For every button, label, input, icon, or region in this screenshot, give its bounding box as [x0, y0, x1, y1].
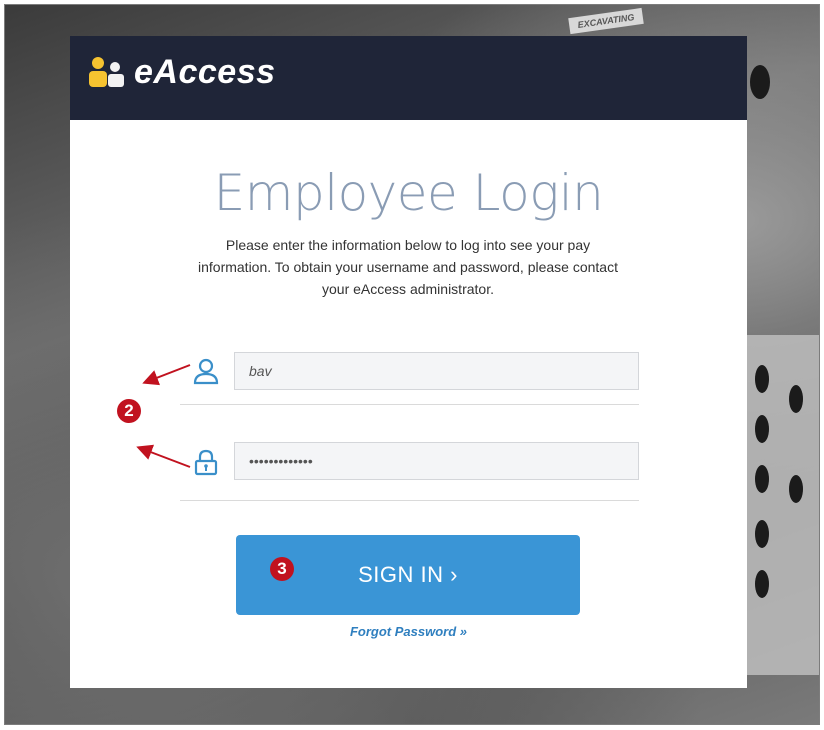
annotation-step-2: 2	[117, 399, 141, 423]
login-card: eAccess Employee Login Please enter the …	[70, 36, 747, 688]
brand-name: eAccess	[134, 53, 276, 91]
background-hole	[789, 385, 803, 413]
header-bar: eAccess	[70, 36, 747, 120]
background-hole	[755, 465, 769, 493]
lock-icon	[194, 449, 218, 476]
background-sign: EXCAVATING	[568, 7, 644, 35]
page-title: Employee Login	[213, 164, 604, 222]
background-hole	[755, 570, 769, 598]
page-description: Please enter the information below to lo…	[198, 237, 618, 297]
password-row: •••••••••••••	[180, 442, 639, 501]
password-input[interactable]: •••••••••••••	[234, 442, 639, 480]
annotation-step-3: 3	[270, 557, 294, 581]
eaccess-logo-icon	[89, 57, 124, 87]
username-input[interactable]: bav	[234, 352, 639, 390]
background-hole	[750, 65, 770, 99]
background-hole	[755, 365, 769, 393]
background-hole	[755, 415, 769, 443]
background-hole	[789, 475, 803, 503]
background-hole	[755, 520, 769, 548]
forgot-password-link[interactable]: Forgot Password »	[70, 624, 747, 639]
username-row: bav	[180, 352, 639, 405]
user-icon	[193, 358, 219, 385]
